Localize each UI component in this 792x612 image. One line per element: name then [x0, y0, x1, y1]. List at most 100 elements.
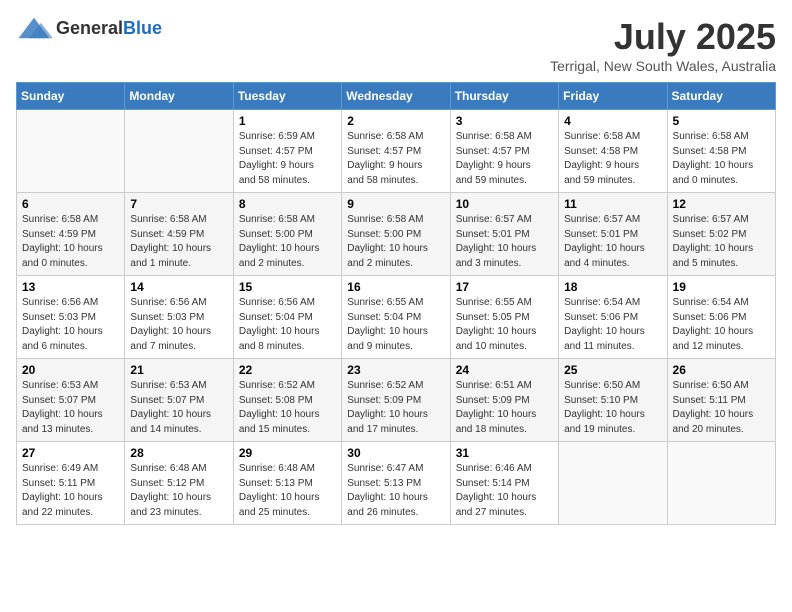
logo: GeneralBlue	[16, 16, 162, 40]
header-thursday: Thursday	[450, 83, 558, 110]
day-info: Sunrise: 6:55 AM Sunset: 5:04 PM Dayligh…	[347, 296, 444, 354]
calendar-cell: 1 Sunrise: 6:59 AM Sunset: 4:57 PM Daylig…	[233, 110, 341, 193]
calendar-cell: 22 Sunrise: 6:52 AM Sunset: 5:08 PM Dayli…	[233, 359, 341, 442]
day-number: 18	[564, 280, 661, 294]
day-info: Sunrise: 6:48 AM Sunset: 5:13 PM Dayligh…	[239, 462, 336, 520]
day-info: Sunrise: 6:50 AM Sunset: 5:11 PM Dayligh…	[673, 379, 770, 437]
day-number: 28	[130, 446, 227, 460]
calendar-week-3: 13 Sunrise: 6:56 AM Sunset: 5:03 PM Dayli…	[17, 276, 776, 359]
day-info: Sunrise: 6:52 AM Sunset: 5:09 PM Dayligh…	[347, 379, 444, 437]
header-friday: Friday	[559, 83, 667, 110]
day-number: 21	[130, 363, 227, 377]
calendar-week-1: 1 Sunrise: 6:59 AM Sunset: 4:57 PM Daylig…	[17, 110, 776, 193]
calendar-cell: 19 Sunrise: 6:54 AM Sunset: 5:06 PM Dayli…	[667, 276, 775, 359]
day-number: 8	[239, 197, 336, 211]
day-number: 30	[347, 446, 444, 460]
day-number: 25	[564, 363, 661, 377]
calendar-cell: 3 Sunrise: 6:58 AM Sunset: 4:57 PM Daylig…	[450, 110, 558, 193]
calendar-cell: 6 Sunrise: 6:58 AM Sunset: 4:59 PM Daylig…	[17, 193, 125, 276]
calendar-cell: 4Sunrise: 6:58 AM Sunset: 4:58 PM Daylig…	[559, 110, 667, 193]
day-info: Sunrise: 6:58 AM Sunset: 4:59 PM Dayligh…	[130, 213, 227, 271]
header-tuesday: Tuesday	[233, 83, 341, 110]
calendar-cell: 7 Sunrise: 6:58 AM Sunset: 4:59 PM Daylig…	[125, 193, 233, 276]
header-wednesday: Wednesday	[342, 83, 450, 110]
day-info: Sunrise: 6:56 AM Sunset: 5:04 PM Dayligh…	[239, 296, 336, 354]
title-block: July 2025 Terrigal, New South Wales, Aus…	[550, 16, 776, 74]
day-number: 11	[564, 197, 661, 211]
calendar-cell	[125, 110, 233, 193]
day-info: Sunrise: 6:55 AM Sunset: 5:05 PM Dayligh…	[456, 296, 553, 354]
day-info: Sunrise: 6:53 AM Sunset: 5:07 PM Dayligh…	[22, 379, 119, 437]
day-info: Sunrise: 6:57 AM Sunset: 5:01 PM Dayligh…	[456, 213, 553, 271]
calendar-cell: 12 Sunrise: 6:57 AM Sunset: 5:02 PM Dayli…	[667, 193, 775, 276]
calendar-body: 1 Sunrise: 6:59 AM Sunset: 4:57 PM Daylig…	[17, 110, 776, 525]
day-info: Sunrise: 6:51 AM Sunset: 5:09 PM Dayligh…	[456, 379, 553, 437]
calendar-cell	[17, 110, 125, 193]
day-number: 7	[130, 197, 227, 211]
day-info: Sunrise: 6:58 AM Sunset: 4:57 PM Dayligh…	[456, 130, 553, 188]
day-number: 2	[347, 114, 444, 128]
calendar-cell: 30 Sunrise: 6:47 AM Sunset: 5:13 PM Dayli…	[342, 442, 450, 525]
day-number: 19	[673, 280, 770, 294]
day-info: Sunrise: 6:47 AM Sunset: 5:13 PM Dayligh…	[347, 462, 444, 520]
day-number: 12	[673, 197, 770, 211]
calendar-cell: 29 Sunrise: 6:48 AM Sunset: 5:13 PM Dayli…	[233, 442, 341, 525]
calendar-cell: 21 Sunrise: 6:53 AM Sunset: 5:07 PM Dayli…	[125, 359, 233, 442]
day-info: Sunrise: 6:53 AM Sunset: 5:07 PM Dayligh…	[130, 379, 227, 437]
day-number: 22	[239, 363, 336, 377]
day-info: Sunrise: 6:56 AM Sunset: 5:03 PM Dayligh…	[130, 296, 227, 354]
calendar-cell: 17Sunrise: 6:55 AM Sunset: 5:05 PM Dayli…	[450, 276, 558, 359]
day-number: 10	[456, 197, 553, 211]
header-row: Sunday Monday Tuesday Wednesday Thursday…	[17, 83, 776, 110]
location-title: Terrigal, New South Wales, Australia	[550, 58, 776, 74]
day-number: 3	[456, 114, 553, 128]
day-info: Sunrise: 6:49 AM Sunset: 5:11 PM Dayligh…	[22, 462, 119, 520]
day-info: Sunrise: 6:52 AM Sunset: 5:08 PM Dayligh…	[239, 379, 336, 437]
day-info: Sunrise: 6:46 AM Sunset: 5:14 PM Dayligh…	[456, 462, 553, 520]
day-number: 27	[22, 446, 119, 460]
calendar-cell	[559, 442, 667, 525]
logo-icon	[16, 16, 52, 40]
calendar-table: Sunday Monday Tuesday Wednesday Thursday…	[16, 82, 776, 525]
day-number: 26	[673, 363, 770, 377]
calendar-cell: 28 Sunrise: 6:48 AM Sunset: 5:12 PM Dayli…	[125, 442, 233, 525]
day-info: Sunrise: 6:54 AM Sunset: 5:06 PM Dayligh…	[673, 296, 770, 354]
day-number: 15	[239, 280, 336, 294]
day-number: 14	[130, 280, 227, 294]
calendar-week-4: 20Sunrise: 6:53 AM Sunset: 5:07 PM Dayli…	[17, 359, 776, 442]
day-number: 13	[22, 280, 119, 294]
calendar-cell: 13 Sunrise: 6:56 AM Sunset: 5:03 PM Dayli…	[17, 276, 125, 359]
calendar-header: Sunday Monday Tuesday Wednesday Thursday…	[17, 83, 776, 110]
day-number: 31	[456, 446, 553, 460]
day-info: Sunrise: 6:50 AM Sunset: 5:10 PM Dayligh…	[564, 379, 661, 437]
day-number: 29	[239, 446, 336, 460]
calendar-cell: 9Sunrise: 6:58 AM Sunset: 5:00 PM Daylig…	[342, 193, 450, 276]
calendar-cell: 25 Sunrise: 6:50 AM Sunset: 5:10 PM Dayli…	[559, 359, 667, 442]
day-info: Sunrise: 6:57 AM Sunset: 5:02 PM Dayligh…	[673, 213, 770, 271]
header-saturday: Saturday	[667, 83, 775, 110]
calendar-cell: 10 Sunrise: 6:57 AM Sunset: 5:01 PM Dayli…	[450, 193, 558, 276]
day-number: 6	[22, 197, 119, 211]
calendar-cell: 14 Sunrise: 6:56 AM Sunset: 5:03 PM Dayli…	[125, 276, 233, 359]
day-info: Sunrise: 6:56 AM Sunset: 5:03 PM Dayligh…	[22, 296, 119, 354]
calendar-cell: 18Sunrise: 6:54 AM Sunset: 5:06 PM Dayli…	[559, 276, 667, 359]
day-info: Sunrise: 6:58 AM Sunset: 4:59 PM Dayligh…	[22, 213, 119, 271]
day-number: 5	[673, 114, 770, 128]
day-number: 23	[347, 363, 444, 377]
day-info: Sunrise: 6:58 AM Sunset: 4:58 PM Dayligh…	[564, 130, 661, 188]
calendar-cell: 23 Sunrise: 6:52 AM Sunset: 5:09 PM Dayli…	[342, 359, 450, 442]
day-number: 1	[239, 114, 336, 128]
calendar-cell: 20Sunrise: 6:53 AM Sunset: 5:07 PM Dayli…	[17, 359, 125, 442]
day-number: 24	[456, 363, 553, 377]
logo-blue: Blue	[123, 18, 162, 38]
month-title: July 2025	[550, 16, 776, 58]
day-info: Sunrise: 6:59 AM Sunset: 4:57 PM Dayligh…	[239, 130, 336, 188]
calendar-cell: 11Sunrise: 6:57 AM Sunset: 5:01 PM Dayli…	[559, 193, 667, 276]
calendar-cell: 5 Sunrise: 6:58 AM Sunset: 4:58 PM Daylig…	[667, 110, 775, 193]
page-header: GeneralBlue July 2025 Terrigal, New Sout…	[16, 16, 776, 74]
calendar-cell: 26 Sunrise: 6:50 AM Sunset: 5:11 PM Dayli…	[667, 359, 775, 442]
logo-general: General	[56, 18, 123, 38]
calendar-cell: 31 Sunrise: 6:46 AM Sunset: 5:14 PM Dayli…	[450, 442, 558, 525]
day-info: Sunrise: 6:48 AM Sunset: 5:12 PM Dayligh…	[130, 462, 227, 520]
day-info: Sunrise: 6:58 AM Sunset: 4:58 PM Dayligh…	[673, 130, 770, 188]
